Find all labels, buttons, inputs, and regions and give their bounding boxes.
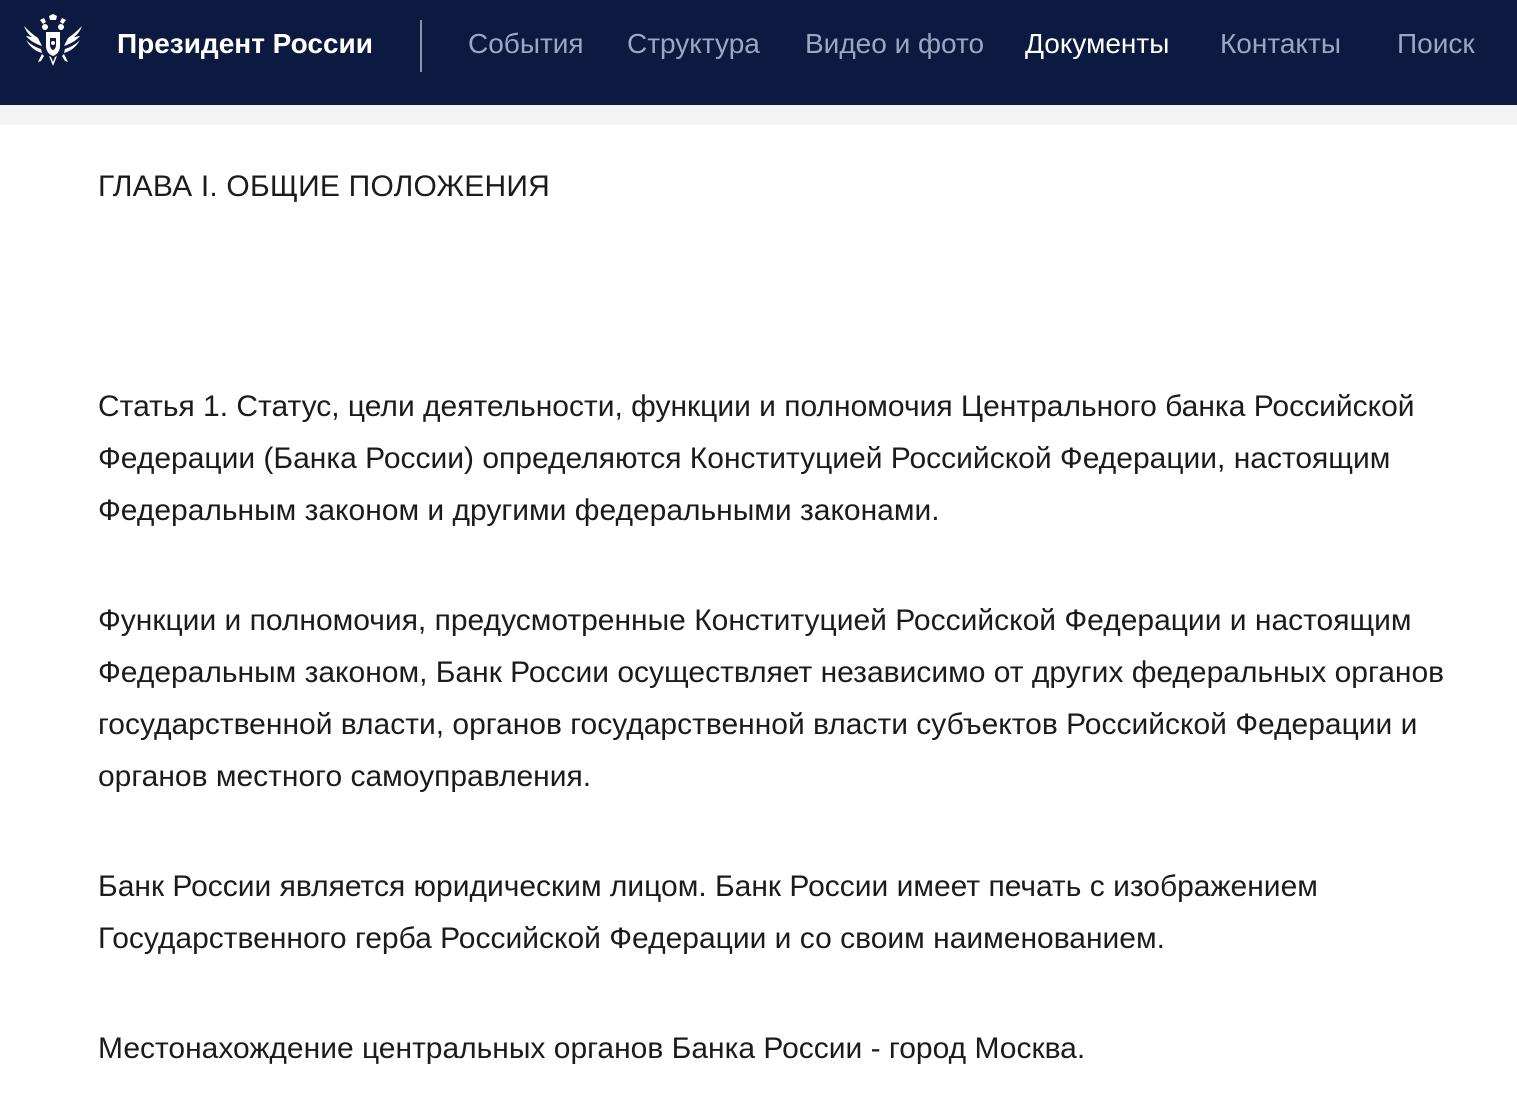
nav-item-contacts[interactable]: Контакты	[1220, 27, 1341, 61]
header-divider	[420, 20, 422, 72]
header-shadow-strip	[0, 105, 1517, 125]
nav-item-search[interactable]: Поиск	[1397, 27, 1475, 61]
chapter-title: ГЛАВА I. ОБЩИЕ ПОЛОЖЕНИЯ	[98, 170, 551, 203]
top-navigation-bar: Президент России События Структура Видео…	[0, 0, 1517, 105]
site-title[interactable]: Президент России	[117, 27, 373, 61]
paragraph-functions: Функции и полномочия, предусмотренные Ко…	[98, 604, 1445, 793]
nav-item-structure[interactable]: Структура	[627, 27, 760, 61]
nav-item-documents[interactable]: Документы	[1025, 27, 1169, 61]
nav-item-events[interactable]: События	[468, 27, 584, 61]
paragraph-location: Местонахождение центральных органов Банк…	[98, 1032, 1086, 1065]
nav-item-video-photo[interactable]: Видео и фото	[805, 27, 984, 61]
paragraph-article-1: Статья 1. Статус, цели деятельности, фун…	[98, 390, 1415, 527]
russian-double-headed-eagle-icon[interactable]	[22, 14, 84, 72]
paragraph-legal-entity: Банк России является юридическим лицом. …	[98, 870, 1318, 955]
